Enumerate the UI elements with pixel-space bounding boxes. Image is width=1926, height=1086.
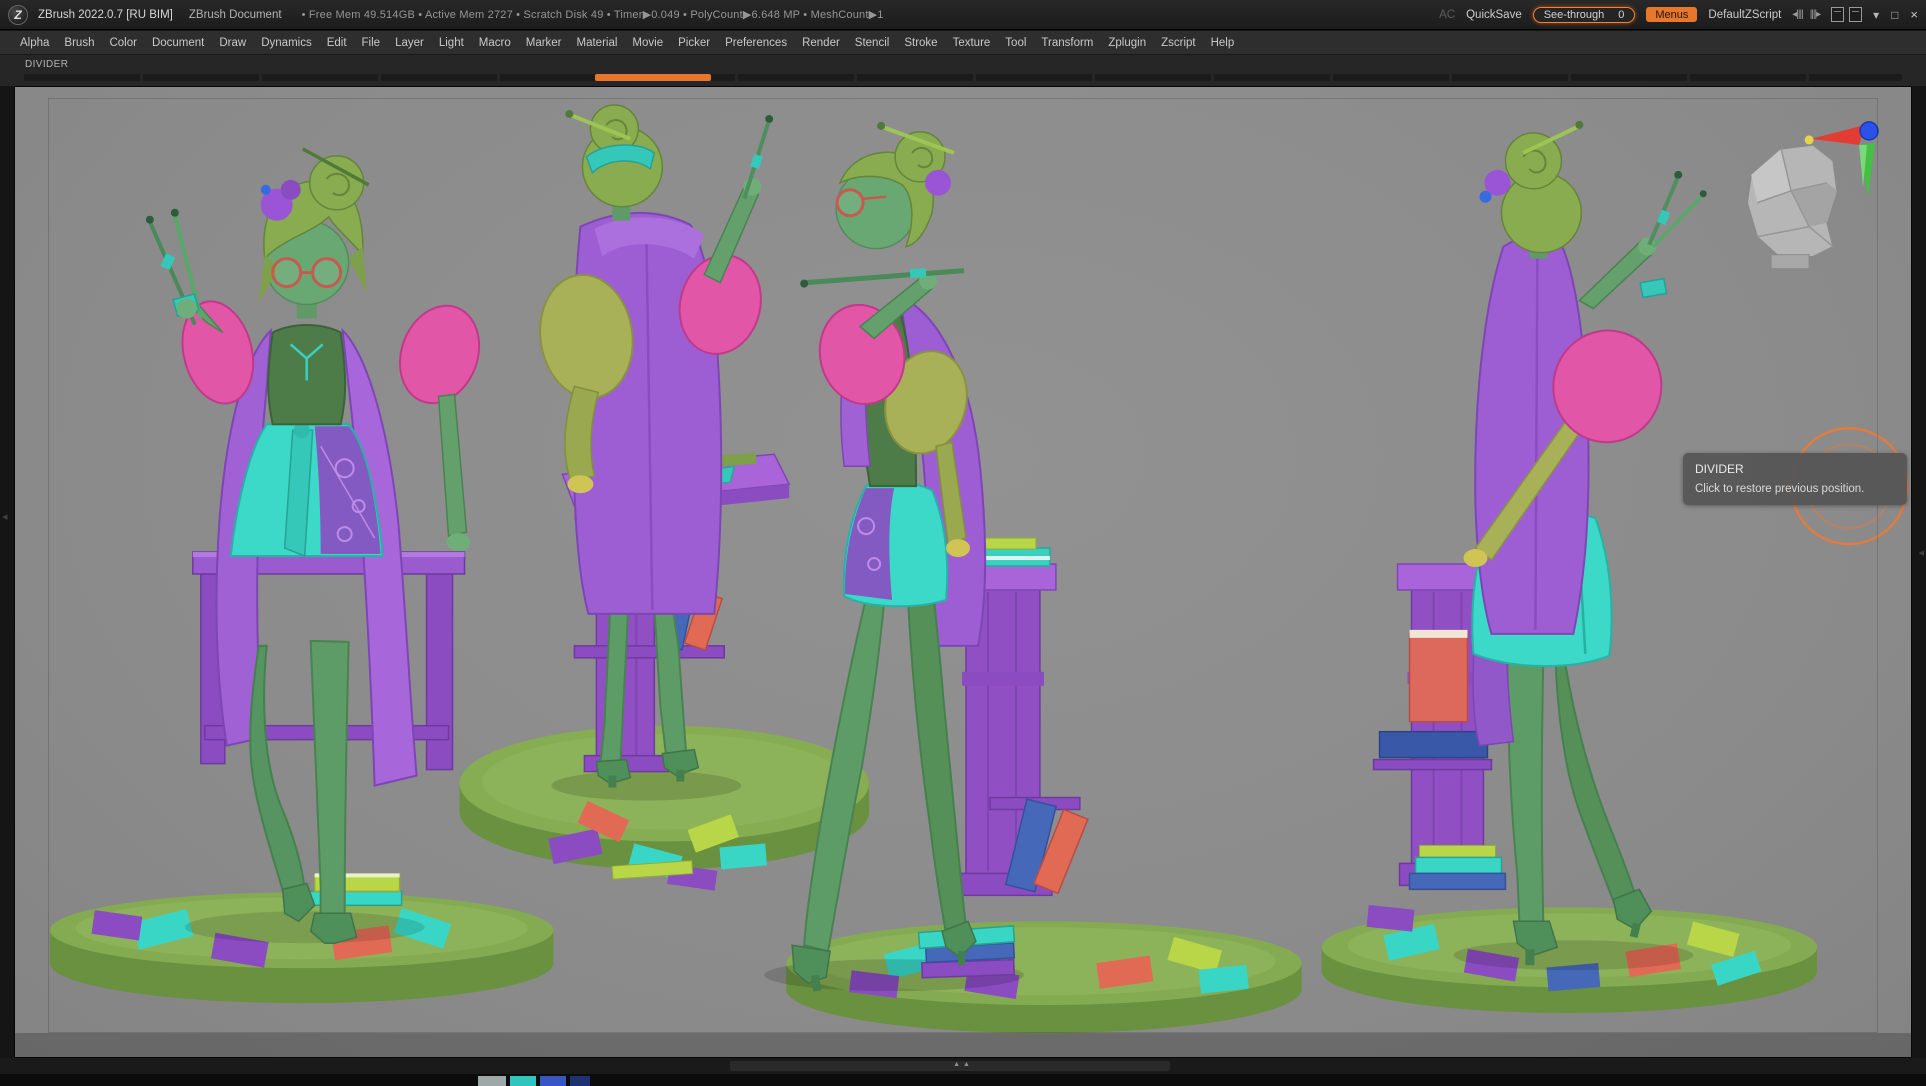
character-side <box>792 122 985 992</box>
menu-movie[interactable]: Movie <box>632 37 663 49</box>
divider-row: DIVIDER <box>0 55 1926 86</box>
model-view-front <box>50 149 553 1003</box>
quicksave-button[interactable]: QuickSave <box>1466 9 1522 21</box>
minimize-button[interactable]: ▾ <box>1873 8 1879 22</box>
see-through-slider[interactable]: See-through 0 <box>1533 7 1636 23</box>
zbrush-logo-icon: Z <box>8 5 28 25</box>
menu-texture[interactable]: Texture <box>953 37 991 49</box>
divider-handle-icons: ◂|||| ||||▸ <box>1792 9 1820 20</box>
character-front <box>146 149 492 943</box>
see-through-label: See-through <box>1544 9 1605 21</box>
taskbar-block-teal <box>510 1076 536 1086</box>
app-title: ZBrush 2022.0.7 [RU BIM] <box>38 9 173 21</box>
document-title: ZBrush Document <box>189 9 282 21</box>
menu-material[interactable]: Material <box>577 37 618 49</box>
left-tray-arrow-icon[interactable]: ◂ <box>2 512 8 522</box>
restore-button[interactable]: □ <box>1891 8 1898 22</box>
menu-help[interactable]: Help <box>1211 37 1235 49</box>
titlebar-right-cluster: AC QuickSave See-through 0 Menus Default… <box>1439 7 1918 23</box>
model-view-side <box>764 122 1301 1033</box>
menu-color[interactable]: Color <box>109 37 136 49</box>
menu-zplugin[interactable]: Zplugin <box>1108 37 1146 49</box>
divider-thumb[interactable] <box>595 74 711 81</box>
canvas-bottom-shade <box>15 1033 1911 1057</box>
divider-track[interactable] <box>24 74 1902 81</box>
taskbar-sliver <box>0 1074 1926 1086</box>
menu-file[interactable]: File <box>362 37 381 49</box>
character-back-right <box>1463 121 1706 965</box>
menu-picker[interactable]: Picker <box>678 37 710 49</box>
taskbar-block-navy <box>570 1076 590 1086</box>
default-zscript-button[interactable]: DefaultZScript <box>1708 9 1781 21</box>
tooltip-title: DIVIDER <box>1695 462 1895 476</box>
paste-document-icon[interactable] <box>1849 7 1862 22</box>
menu-layer[interactable]: Layer <box>395 37 424 49</box>
menu-tool[interactable]: Tool <box>1005 37 1026 49</box>
menu-light[interactable]: Light <box>439 37 464 49</box>
model-view-back-right <box>1322 121 1817 1013</box>
right-tray-arrow-icon[interactable]: ◂ <box>1918 548 1924 558</box>
menu-render[interactable]: Render <box>802 37 840 49</box>
menu-zscript[interactable]: Zscript <box>1161 37 1196 49</box>
menu-stroke[interactable]: Stroke <box>904 37 937 49</box>
menu-macro[interactable]: Macro <box>479 37 511 49</box>
menu-dynamics[interactable]: Dynamics <box>261 37 311 49</box>
see-through-value: 0 <box>1618 9 1624 21</box>
menu-preferences[interactable]: Preferences <box>725 37 787 49</box>
taskbar-block-gray <box>478 1076 506 1086</box>
memory-stats: • Free Mem 49.514GB • Active Mem 2727 • … <box>302 8 884 21</box>
menu-brush[interactable]: Brush <box>64 37 94 49</box>
menu-stencil[interactable]: Stencil <box>855 37 890 49</box>
close-button[interactable]: × <box>1910 7 1918 22</box>
document-icons <box>1831 7 1862 22</box>
taskbar-block-blue <box>540 1076 566 1086</box>
window-controls: ▾ □ × <box>1873 7 1918 22</box>
menu-transform[interactable]: Transform <box>1041 37 1093 49</box>
divider-left-icon[interactable]: ◂|||| <box>1792 9 1802 20</box>
bottom-scrollbar[interactable]: ▲▲ <box>0 1058 1926 1074</box>
canvas: DIVIDER Click to restore previous positi… <box>14 86 1912 1058</box>
display-base-4 <box>1322 905 1817 1013</box>
divider-right-icon[interactable]: ||||▸ <box>1810 9 1820 20</box>
model-view-back <box>460 105 870 891</box>
menu-alpha[interactable]: Alpha <box>20 37 49 49</box>
tooltip-body: Click to restore previous position. <box>1695 483 1895 495</box>
divider-label: DIVIDER <box>25 59 68 70</box>
menu-marker[interactable]: Marker <box>526 37 562 49</box>
menu-edit[interactable]: Edit <box>327 37 347 49</box>
sculpt-viewport[interactable] <box>15 87 1911 1057</box>
display-base-2 <box>460 726 870 891</box>
tooltip-divider: DIVIDER Click to restore previous positi… <box>1683 453 1907 505</box>
bottom-tray-handle-icon[interactable]: ▲▲ <box>0 1061 1926 1068</box>
menu-document[interactable]: Document <box>152 37 204 49</box>
ac-label: AC <box>1439 9 1455 21</box>
titlebar: Z ZBrush 2022.0.7 [RU BIM] ZBrush Docume… <box>0 0 1926 30</box>
copy-document-icon[interactable] <box>1831 7 1844 22</box>
menubar: Alpha Brush Color Document Draw Dynamics… <box>0 31 1926 55</box>
menu-draw[interactable]: Draw <box>219 37 246 49</box>
display-base-3 <box>764 921 1301 1033</box>
menus-button[interactable]: Menus <box>1646 7 1697 22</box>
nav-preview-head[interactable] <box>1747 145 1837 269</box>
